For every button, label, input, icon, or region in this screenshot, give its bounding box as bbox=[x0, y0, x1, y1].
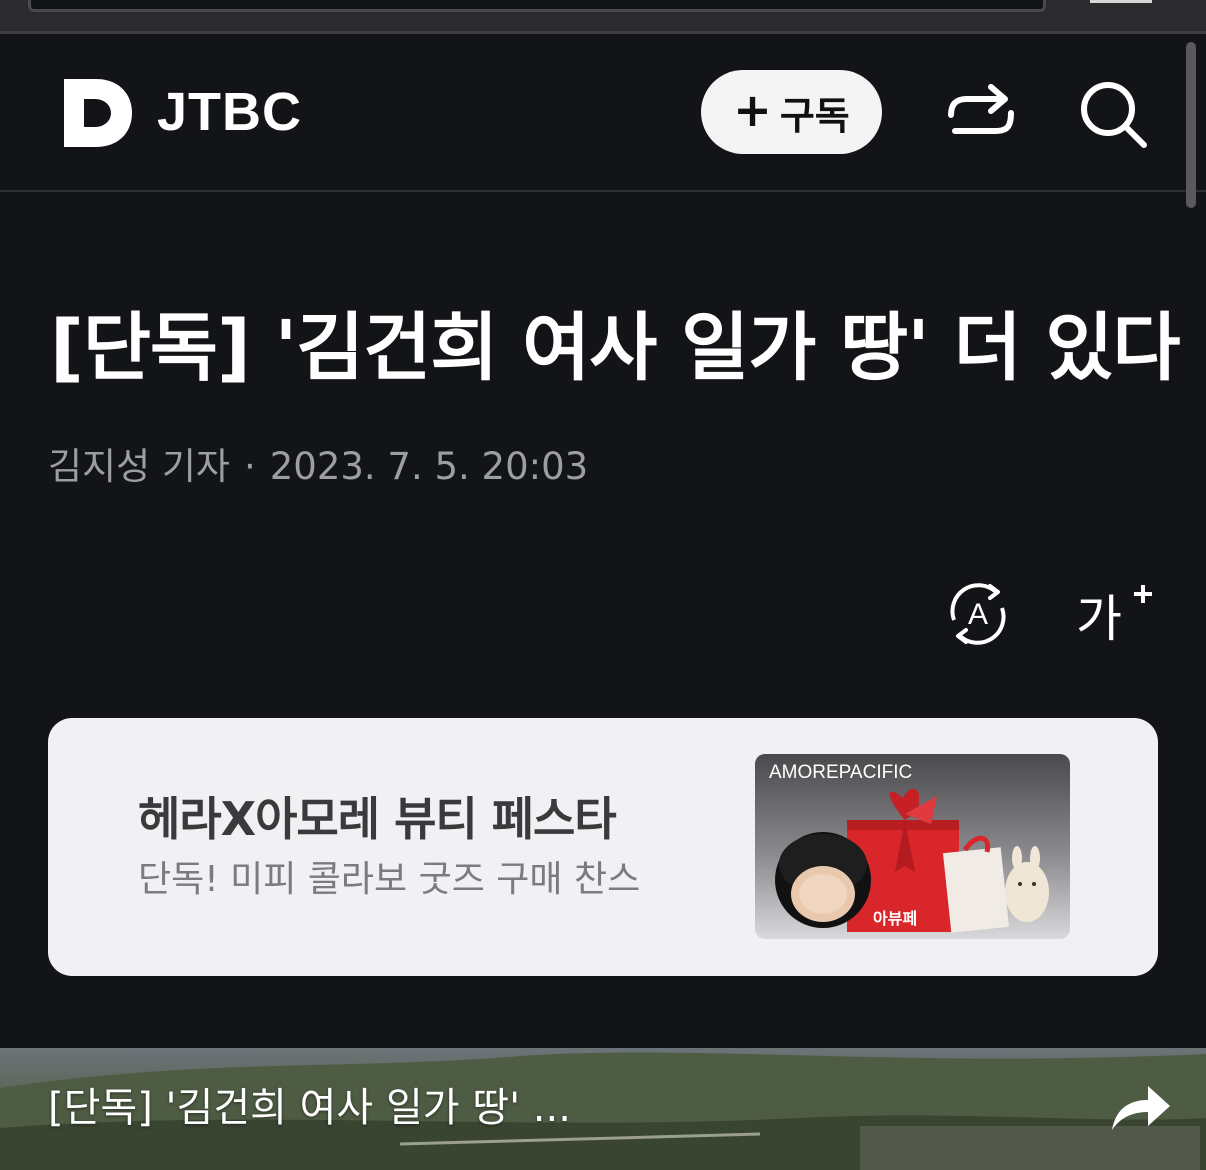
ad-product-illustration: 아뷰페 bbox=[775, 788, 1049, 933]
ad-title: 헤라X아모레 뷰티 페스타 bbox=[138, 792, 617, 846]
site-header: JTBC + 구독 bbox=[0, 37, 1206, 192]
subscribe-button[interactable]: + 구독 bbox=[701, 70, 882, 154]
translate-icon[interactable]: A bbox=[944, 580, 1012, 648]
plus-icon: + bbox=[733, 83, 772, 137]
tab-indicator bbox=[1090, 0, 1152, 3]
reporter-name[interactable]: 김지성 기자 bbox=[48, 445, 230, 488]
ad-banner[interactable]: 헤라X아모레 뷰티 페스타 단독! 미피 콜라보 굿즈 구매 찬스 AMOREP… bbox=[48, 718, 1158, 976]
video-player[interactable]: [단독] '김건희 여사 일가 땅' ... bbox=[0, 1048, 1206, 1170]
address-bar[interactable] bbox=[28, 0, 1046, 12]
page: JTBC + 구독 [단독] '김건희 여사 일가 땅' 더 있다 김지성 기자… bbox=[0, 0, 1206, 1170]
video-share-icon[interactable] bbox=[1108, 1082, 1172, 1134]
article-byline: 김지성 기자 · 2023. 7. 5. 20:03 bbox=[48, 442, 588, 492]
brand-logo-icon[interactable] bbox=[62, 77, 134, 149]
ad-subtitle: 단독! 미피 콜라보 굿즈 구매 찬스 bbox=[138, 859, 641, 900]
ad-product-image: AMOREPACIFIC 아뷰페 bbox=[755, 754, 1070, 939]
article-headline: [단독] '김건희 여사 일가 땅' 더 있다 bbox=[50, 305, 1181, 391]
search-icon[interactable] bbox=[1078, 79, 1150, 151]
browser-top-strip bbox=[0, 0, 1206, 34]
font-size-icon[interactable]: 가 bbox=[1074, 580, 1154, 648]
subscribe-label: 구독 bbox=[779, 93, 850, 138]
font-size-label: 가 bbox=[1076, 590, 1122, 648]
page-scrollbar[interactable] bbox=[1186, 42, 1196, 208]
share-icon[interactable] bbox=[945, 79, 1017, 147]
translate-icon-letter: A bbox=[968, 598, 988, 631]
byline-separator: · bbox=[243, 445, 256, 488]
video-title: [단독] '김건희 여사 일가 땅' ... bbox=[48, 1085, 571, 1131]
publish-datetime: 2023. 7. 5. 20:03 bbox=[269, 445, 589, 488]
brand-name[interactable]: JTBC bbox=[157, 79, 302, 145]
svg-text:아뷰페: 아뷰페 bbox=[873, 909, 917, 928]
